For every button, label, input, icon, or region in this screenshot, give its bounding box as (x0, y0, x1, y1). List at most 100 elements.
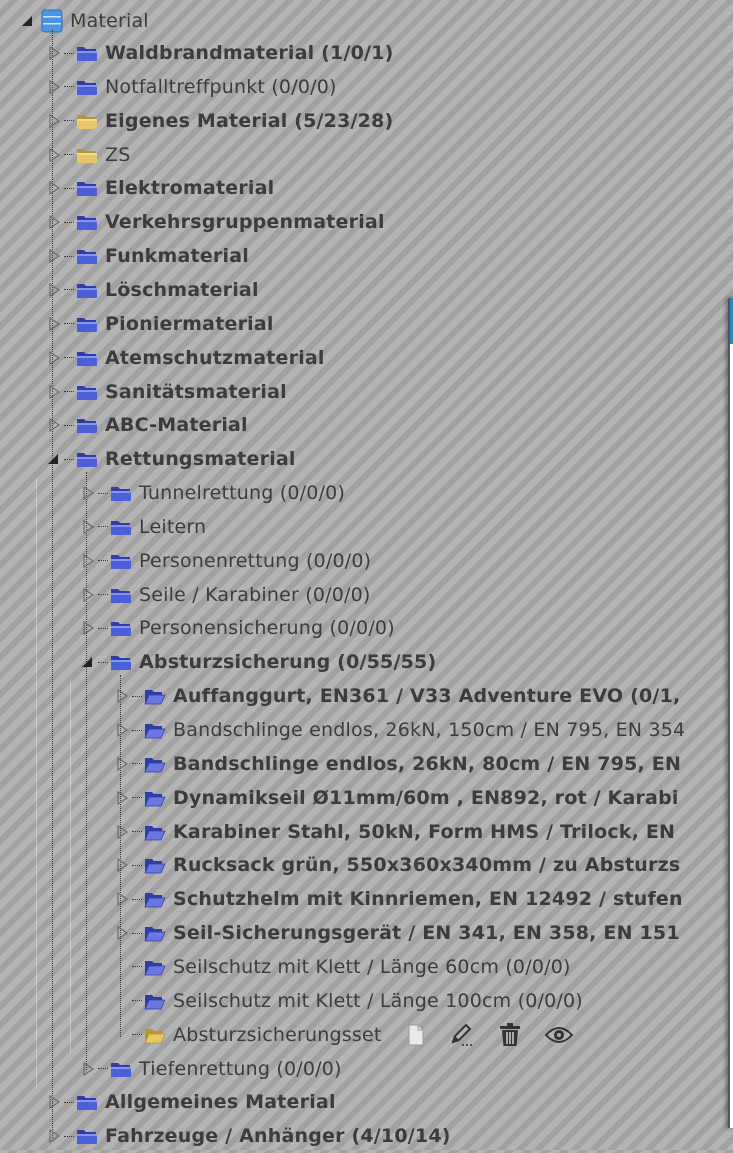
tree-node-label[interactable]: Atemschutzmaterial (105, 347, 325, 369)
tree-node-label[interactable]: ABC-Material (105, 414, 248, 436)
tree-node[interactable]: ABC-Material (44, 408, 248, 442)
tree-node-label[interactable]: Pioniermaterial (105, 313, 274, 335)
tree-node-label[interactable]: Fahrzeuge / Anhänger (4/10/14) (105, 1125, 451, 1147)
edit-pencil-icon[interactable] (449, 1022, 475, 1048)
tree-node[interactable]: Leitern (78, 510, 206, 544)
tree-root[interactable]: Material (0, 4, 149, 38)
tree-node[interactable]: Absturzsicherungsset (112, 1018, 597, 1052)
tree-node[interactable]: Schutzhelm mit Kinnriemen, EN 12492 / st… (112, 882, 683, 916)
tree-collapse-icon[interactable] (78, 653, 97, 672)
tree-node[interactable]: Atemschutzmaterial (44, 341, 325, 375)
tree-expand-icon[interactable] (44, 416, 63, 435)
tree-node-label[interactable]: Seilschutz mit Klett / Länge 60cm (0/0/0… (173, 956, 571, 978)
tree-expand-icon[interactable] (44, 77, 63, 96)
tree-node-label[interactable]: Schutzhelm mit Kinnriemen, EN 12492 / st… (173, 888, 683, 910)
tree-node-label[interactable]: Rucksack grün, 550x360x340mm / zu Abstur… (173, 854, 680, 876)
tree-expand-icon[interactable] (112, 856, 131, 875)
trash-icon[interactable] (499, 1022, 521, 1047)
tree-node[interactable]: Personenrettung (0/0/0) (78, 544, 371, 578)
tree-node[interactable]: Absturzsicherung (0/55/55) (78, 645, 436, 679)
tree-node-label[interactable]: Waldbrandmaterial (1/0/1) (105, 42, 393, 64)
tree-node-label[interactable]: ZS (105, 144, 130, 166)
tree-node-label[interactable]: Notfalltreffpunkt (0/0/0) (105, 76, 337, 98)
tree-expand-icon[interactable] (44, 1093, 63, 1112)
tree-expand-icon[interactable] (112, 924, 131, 943)
tree-node[interactable]: Verkehrsgruppenmaterial (44, 205, 385, 239)
tree-node[interactable]: Personensicherung (0/0/0) (78, 611, 395, 645)
tree-node[interactable]: Löschmaterial (44, 273, 259, 307)
tree-expand-icon[interactable] (78, 585, 97, 604)
tree-expand-icon[interactable] (112, 721, 131, 740)
tree-node-label[interactable]: Dynamikseil Ø11mm/60m , EN892, rot / Kar… (173, 787, 679, 809)
tree-node-label[interactable]: Tiefenrettung (0/0/0) (139, 1058, 342, 1080)
tree-node-label[interactable]: Funkmaterial (105, 245, 249, 267)
tree-node[interactable]: Bandschlinge endlos, 26kN, 150cm / EN 79… (112, 713, 685, 747)
tree-node[interactable]: Auffanggurt, EN361 / V33 Adventure EVO (… (112, 679, 680, 713)
tree-node[interactable]: Rucksack grün, 550x360x340mm / zu Abstur… (112, 848, 680, 882)
tree-expand-icon[interactable] (44, 382, 63, 401)
tree-collapse-icon[interactable] (44, 450, 63, 469)
tree-node-label[interactable]: Löschmaterial (105, 279, 259, 301)
tree-node-label[interactable]: Personenrettung (0/0/0) (139, 550, 371, 572)
tree-node[interactable]: Rettungsmaterial (44, 442, 296, 476)
tree-expander-icon[interactable] (18, 12, 37, 31)
tree-node[interactable]: Funkmaterial (44, 239, 249, 273)
tree-node-label[interactable]: Seile / Karabiner (0/0/0) (139, 584, 371, 606)
tree-node[interactable]: Pioniermaterial (44, 307, 274, 341)
tree-expand-icon[interactable] (44, 145, 63, 164)
tree-node[interactable]: Seilschutz mit Klett / Länge 60cm (0/0/0… (112, 950, 571, 984)
tree-expand-icon[interactable] (44, 111, 63, 130)
tree-node[interactable]: Dynamikseil Ø11mm/60m , EN892, rot / Kar… (112, 781, 679, 815)
tree-expand-icon[interactable] (112, 822, 131, 841)
eye-icon[interactable] (545, 1025, 574, 1045)
tree-node[interactable]: Waldbrandmaterial (1/0/1) (44, 36, 393, 70)
tree-node-label[interactable]: Sanitätsmaterial (105, 381, 287, 403)
tree-node-label[interactable]: Seilschutz mit Klett / Länge 100cm (0/0/… (173, 990, 583, 1012)
tree-node[interactable]: Seilschutz mit Klett / Länge 100cm (0/0/… (112, 984, 583, 1018)
tree-expand-icon[interactable] (112, 687, 131, 706)
tree-expand-icon[interactable] (78, 551, 97, 570)
tree-node-label[interactable]: Karabiner Stahl, 50kN, Form HMS / Triloc… (173, 821, 675, 843)
tree-expand-icon[interactable] (78, 619, 97, 638)
tree-expand-icon[interactable] (44, 314, 63, 333)
tree-expand-icon[interactable] (44, 280, 63, 299)
tree-expand-icon[interactable] (44, 44, 63, 63)
tree-expand-icon[interactable] (112, 890, 131, 909)
tree-node-label[interactable]: Personensicherung (0/0/0) (139, 617, 395, 639)
tree-expand-icon[interactable] (44, 247, 63, 266)
tree-node-label[interactable]: Elektromaterial (105, 177, 274, 199)
tree-expand-icon[interactable] (44, 348, 63, 367)
tree-node-label[interactable]: Eigenes Material (5/23/28) (105, 110, 393, 132)
tree-node-label[interactable]: Seil-Sicherungsgerät / EN 341, EN 358, E… (173, 922, 680, 944)
tree-node-label[interactable]: Leitern (139, 516, 206, 538)
tree-node[interactable]: Tunnelrettung (0/0/0) (78, 476, 345, 510)
tree-node[interactable]: Bandschlinge endlos, 26kN, 80cm / EN 795… (112, 747, 681, 781)
tree-node-label[interactable]: Rettungsmaterial (105, 448, 296, 470)
tree-node[interactable]: Allgemeines Material (44, 1085, 336, 1119)
tree-expand-icon[interactable] (44, 213, 63, 232)
tree-node-label[interactable]: Bandschlinge endlos, 26kN, 80cm / EN 795… (173, 753, 681, 775)
tree-node-label[interactable]: Verkehrsgruppenmaterial (105, 211, 385, 233)
tree-node[interactable]: Sanitätsmaterial (44, 375, 287, 409)
new-document-icon[interactable] (407, 1024, 425, 1046)
tree-expand-icon[interactable] (78, 1059, 97, 1078)
tree-expand-icon[interactable] (112, 788, 131, 807)
tree-node[interactable]: Elektromaterial (44, 171, 274, 205)
tree-node-label[interactable]: Absturzsicherungsset (173, 1024, 381, 1046)
tree-node[interactable]: Notfalltreffpunkt (0/0/0) (44, 70, 337, 104)
tree-node-label[interactable]: Absturzsicherung (0/55/55) (139, 651, 436, 673)
tree-node[interactable]: Seile / Karabiner (0/0/0) (78, 578, 371, 612)
tree-node[interactable]: Fahrzeuge / Anhänger (4/10/14) (44, 1119, 451, 1153)
tree-node-label[interactable]: Allgemeines Material (105, 1091, 336, 1113)
tree-node[interactable]: ZS (44, 138, 130, 172)
tree-node[interactable]: Seil-Sicherungsgerät / EN 341, EN 358, E… (112, 916, 680, 950)
tree-node[interactable]: Eigenes Material (5/23/28) (44, 104, 393, 138)
tree-node[interactable]: Tiefenrettung (0/0/0) (78, 1052, 342, 1086)
tree-expand-icon[interactable] (78, 517, 97, 536)
tree-expand-icon[interactable] (112, 754, 131, 773)
tree-node-label[interactable]: Auffanggurt, EN361 / V33 Adventure EVO (… (173, 685, 680, 707)
tree-expand-icon[interactable] (44, 179, 63, 198)
tree-node-label[interactable]: Bandschlinge endlos, 26kN, 150cm / EN 79… (173, 719, 685, 741)
tree-expand-icon[interactable] (78, 484, 97, 503)
tree-node-label[interactable]: Tunnelrettung (0/0/0) (139, 482, 345, 504)
